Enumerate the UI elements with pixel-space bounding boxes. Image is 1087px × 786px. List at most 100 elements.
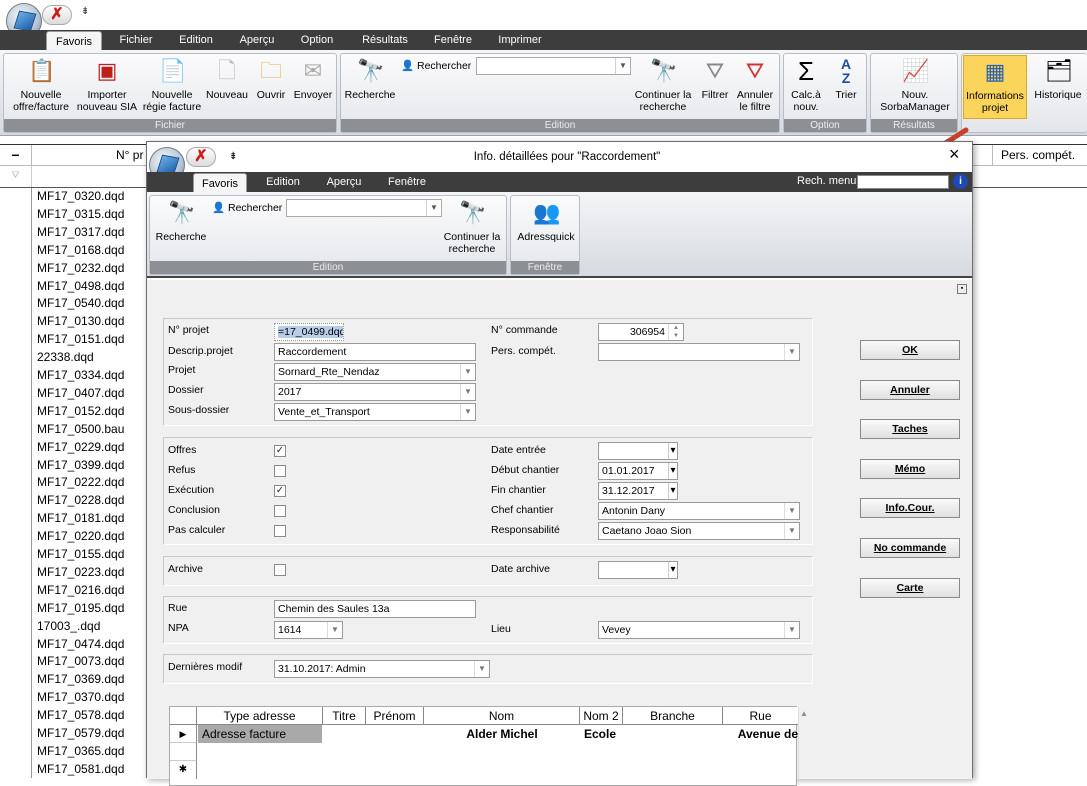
rechercher-combo[interactable]: ▼ bbox=[476, 57, 631, 75]
commande-field[interactable]: 306954 ▲ ▼ bbox=[598, 323, 684, 341]
npa-select[interactable]: 1614 ▼ bbox=[274, 621, 343, 639]
calendar-dropdown-icon[interactable]: ▾ bbox=[668, 463, 677, 479]
new-offer-button[interactable]: 📋 Nouvelle offre/facture bbox=[8, 57, 74, 113]
col-type-adresse[interactable]: Type adresse bbox=[197, 707, 323, 725]
info-projet-button[interactable]: ▦ Informations projet bbox=[963, 55, 1027, 119]
resp-select[interactable]: Caetano Joao Sion ▼ bbox=[598, 522, 800, 540]
chevron-down-icon[interactable]: ▼ bbox=[784, 523, 799, 539]
no-commande-button[interactable]: No commande bbox=[860, 538, 960, 558]
taches-button[interactable]: Taches bbox=[860, 419, 960, 439]
list-item[interactable]: MF17_0365.dqd bbox=[37, 742, 124, 760]
list-item[interactable]: MF17_0578.dqd bbox=[37, 706, 124, 724]
debut-field[interactable]: 01.01.2017 ▾ bbox=[598, 462, 678, 480]
list-item[interactable]: MF17_0498.dqd bbox=[37, 277, 124, 295]
filter-icon[interactable]: ⛛ bbox=[0, 166, 32, 187]
address-rue-cell[interactable]: Avenue de bbox=[726, 725, 798, 743]
col-header-pers[interactable]: Pers. compét. bbox=[992, 145, 1087, 166]
rue-field[interactable]: Chemin des Saules 13a bbox=[274, 600, 476, 618]
dialog-qat-icon[interactable]: ⇟ bbox=[229, 151, 237, 162]
tab-resultats[interactable]: Résultats bbox=[354, 30, 416, 50]
chevron-down-icon[interactable]: ▼ bbox=[784, 622, 799, 638]
list-item[interactable]: MF17_0168.dqd bbox=[37, 241, 124, 259]
conclusion-checkbox[interactable] bbox=[274, 505, 286, 517]
chef-select[interactable]: Antonin Dany ▼ bbox=[598, 502, 800, 520]
chevron-down-icon[interactable]: ▼ bbox=[327, 622, 342, 638]
dialog-tab-fenetre[interactable]: Fenêtre bbox=[379, 172, 435, 192]
quick-access-toolbar-icon[interactable]: ⇟ bbox=[81, 6, 89, 17]
refus-checkbox[interactable] bbox=[274, 465, 286, 477]
dialog-search-button[interactable]: 🔭 Recherche bbox=[152, 199, 210, 243]
tab-favoris[interactable]: Favoris bbox=[46, 31, 102, 50]
annuler-button[interactable]: Annuler bbox=[860, 380, 960, 400]
tab-imprimer[interactable]: Imprimer bbox=[490, 30, 550, 50]
list-item[interactable]: MF17_0500.bau bbox=[37, 420, 124, 438]
grid-collapse-icon[interactable]: − bbox=[0, 145, 32, 166]
col-nom2[interactable]: Nom 2 bbox=[580, 707, 623, 725]
list-item[interactable]: MF17_0370.dqd bbox=[37, 688, 124, 706]
list-item[interactable]: MF17_0130.dqd bbox=[37, 312, 124, 330]
close-icon[interactable]: ✗ bbox=[42, 5, 72, 25]
col-branche[interactable]: Branche bbox=[623, 707, 723, 725]
spinner-icon[interactable]: ▲ ▼ bbox=[668, 324, 683, 340]
execution-checkbox[interactable]: ✓ bbox=[274, 485, 286, 497]
list-item[interactable]: MF17_0228.dqd bbox=[37, 491, 124, 509]
chevron-down-icon[interactable]: ▼ bbox=[460, 364, 475, 380]
rech-menu-input[interactable] bbox=[857, 175, 949, 189]
tab-fenetre[interactable]: Fenêtre bbox=[426, 30, 480, 50]
memo-button[interactable]: Mémo bbox=[860, 459, 960, 479]
historique-button[interactable]: 🗂 Historique bbox=[1029, 57, 1087, 101]
list-item[interactable]: MF17_0216.dqd bbox=[37, 581, 124, 599]
date-entree-field[interactable]: ▾ bbox=[598, 442, 678, 460]
list-item[interactable]: MF17_0181.dqd bbox=[37, 509, 124, 527]
calendar-dropdown-icon[interactable]: ▾ bbox=[668, 562, 677, 578]
calendar-dropdown-icon[interactable]: ▾ bbox=[668, 483, 677, 499]
list-item[interactable]: MF17_0222.dqd bbox=[37, 473, 124, 491]
close-icon[interactable]: × bbox=[949, 144, 960, 165]
list-item[interactable]: MF17_0155.dqd bbox=[37, 545, 124, 563]
info-cour-button[interactable]: Info.Cour. bbox=[860, 498, 960, 518]
list-item[interactable]: MF17_0579.dqd bbox=[37, 724, 124, 742]
list-item[interactable]: MF17_0315.dqd bbox=[37, 205, 124, 223]
list-item[interactable]: MF17_0223.dqd bbox=[37, 563, 124, 581]
list-item[interactable]: MF17_0407.dqd bbox=[37, 384, 124, 402]
list-item[interactable]: MF17_0581.dqd bbox=[37, 760, 124, 778]
chevron-down-icon[interactable]: ▼ bbox=[474, 661, 489, 677]
tab-fichier[interactable]: Fichier bbox=[112, 30, 160, 50]
resize-corner-icon[interactable]: ▪ bbox=[957, 284, 967, 294]
date-archive-field[interactable]: ▾ bbox=[598, 561, 678, 579]
list-item[interactable]: MF17_0220.dqd bbox=[37, 527, 124, 545]
new-invoice-button[interactable]: 📄 Nouvelle régie facture bbox=[140, 57, 204, 113]
sous-dossier-select[interactable]: Vente_et_Transport ▼ bbox=[274, 403, 476, 421]
chevron-down-icon[interactable]: ▼ bbox=[460, 384, 475, 400]
dialog-continue-search-button[interactable]: 🔭 Continuer la recherche bbox=[438, 199, 506, 255]
col-nom[interactable]: Nom bbox=[424, 707, 580, 725]
sort-button[interactable]: AZ Trier bbox=[828, 57, 864, 101]
list-item[interactable]: MF17_0320.dqd bbox=[37, 187, 124, 205]
list-item[interactable]: MF17_0229.dqd bbox=[37, 438, 124, 456]
dossier-select[interactable]: 2017 ▼ bbox=[274, 383, 476, 401]
cancel-filter-button[interactable]: ⛛ Annuler le filtre bbox=[733, 57, 777, 113]
archive-checkbox[interactable] bbox=[274, 564, 286, 576]
fin-field[interactable]: 31.12.2017 ▾ bbox=[598, 482, 678, 500]
carte-button[interactable]: Carte bbox=[860, 578, 960, 598]
new-document-button[interactable]: 🗋 Nouveau bbox=[205, 57, 249, 101]
list-item[interactable]: MF17_0317.dqd bbox=[37, 223, 124, 241]
address-nom-cell[interactable]: Alder Michel bbox=[424, 725, 580, 743]
filter-button[interactable]: ⛛ Filtrer bbox=[697, 57, 733, 101]
col-prenom[interactable]: Prénom bbox=[366, 707, 424, 725]
col-rue[interactable]: Rue bbox=[723, 707, 798, 725]
continue-search-button[interactable]: 🔭 Continuer la recherche bbox=[627, 57, 699, 113]
col-titre[interactable]: Titre bbox=[323, 707, 366, 725]
col-header-projet[interactable]: N° pr bbox=[116, 148, 143, 162]
list-item[interactable]: MF17_0073.dqd bbox=[37, 652, 124, 670]
chevron-down-icon[interactable]: ▼ bbox=[784, 344, 799, 360]
list-item[interactable]: MF17_0195.dqd bbox=[37, 599, 124, 617]
list-item[interactable]: MF17_0399.dqd bbox=[37, 456, 124, 474]
projet-select[interactable]: Sornard_Rte_Nendaz ▼ bbox=[274, 363, 476, 381]
list-item[interactable]: MF17_0151.dqd bbox=[37, 330, 124, 348]
recalc-button[interactable]: Σ Calc.à nouv. bbox=[786, 57, 826, 113]
tab-apercu[interactable]: Aperçu bbox=[232, 30, 282, 50]
list-item[interactable]: MF17_0540.dqd bbox=[37, 294, 124, 312]
new-row-marker-icon[interactable]: ✱ bbox=[170, 761, 197, 779]
send-button[interactable]: ✉ Envoyer bbox=[291, 57, 335, 101]
